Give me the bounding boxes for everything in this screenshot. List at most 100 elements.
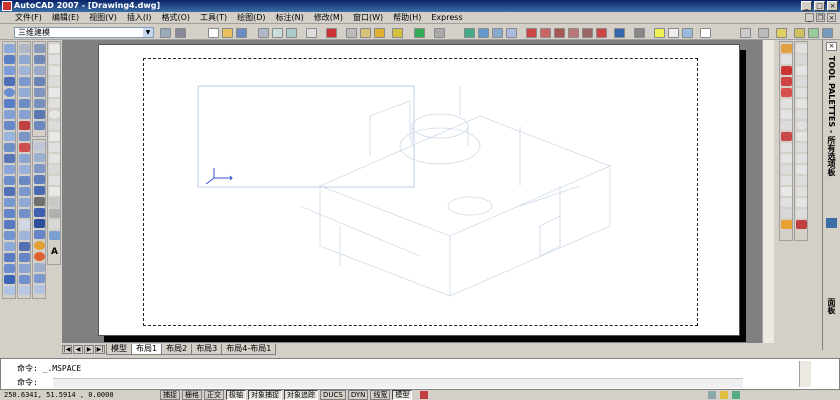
open-folder-icon[interactable] <box>222 28 233 38</box>
camera-icon[interactable] <box>34 208 45 217</box>
point-icon[interactable] <box>49 187 60 196</box>
lightbulb-icon[interactable] <box>654 28 665 38</box>
sun-icon[interactable] <box>668 28 679 38</box>
prev-tab-button[interactable]: ◀ <box>73 344 83 354</box>
helix-icon[interactable] <box>4 132 15 141</box>
snap-from-icon[interactable] <box>796 55 807 64</box>
make-block-icon[interactable] <box>49 176 60 185</box>
align-icon[interactable] <box>4 275 15 284</box>
pyramid-icon[interactable] <box>4 121 15 130</box>
menu-tools[interactable]: 工具(T) <box>195 12 232 24</box>
ucs-icon[interactable] <box>19 209 30 218</box>
match-properties-icon[interactable] <box>374 28 385 38</box>
communication-center-icon[interactable] <box>720 391 729 399</box>
right-view-icon[interactable] <box>34 77 45 86</box>
loft-icon[interactable] <box>4 198 15 207</box>
tab-layout3[interactable]: 布局3 <box>191 343 223 355</box>
lineweight-toggle[interactable]: 线宽 <box>370 390 391 400</box>
snap-none-icon[interactable] <box>796 209 807 218</box>
copy-edges-icon[interactable] <box>19 132 30 141</box>
move-faces-icon[interactable] <box>19 55 30 64</box>
extrude-faces-icon[interactable] <box>19 44 30 53</box>
redo-icon[interactable] <box>434 28 445 38</box>
polar-toggle[interactable]: 极轴 <box>226 390 246 400</box>
tab-layout2[interactable]: 布局2 <box>161 343 193 355</box>
ucs-world-icon[interactable] <box>19 220 30 229</box>
se-iso-icon[interactable] <box>34 121 45 130</box>
snap-nearest-icon[interactable] <box>796 198 807 207</box>
new-file-icon[interactable] <box>208 28 219 38</box>
print-icon[interactable] <box>258 28 269 38</box>
first-tab-button[interactable]: |◀ <box>62 344 72 354</box>
undo-icon[interactable] <box>414 28 425 38</box>
torus-icon[interactable] <box>4 110 15 119</box>
left-view-icon[interactable] <box>34 66 45 75</box>
arc-icon[interactable] <box>49 99 60 108</box>
ducs-toggle[interactable]: DUCS <box>320 390 346 400</box>
snap-center-icon[interactable] <box>796 121 807 130</box>
extend-icon[interactable] <box>781 154 792 163</box>
print-preview-icon[interactable] <box>272 28 283 38</box>
snap-apparent-icon[interactable] <box>796 99 807 108</box>
shell-icon[interactable] <box>19 187 30 196</box>
snap-tangent-icon[interactable] <box>796 143 807 152</box>
lights-sphere-icon[interactable] <box>34 252 45 261</box>
array-icon[interactable] <box>781 88 792 97</box>
command-horizontal-scrollbar[interactable] <box>53 378 743 388</box>
copy-object-icon[interactable] <box>781 55 792 64</box>
vertical-scrollbar[interactable] <box>762 40 774 343</box>
snap-parallel-icon[interactable] <box>796 165 807 174</box>
tab-layout4[interactable]: 布局4-布局1 <box>221 343 277 355</box>
dyn-toggle[interactable]: DYN <box>347 390 369 400</box>
break-icon[interactable] <box>781 165 792 174</box>
zoom-window-icon[interactable] <box>492 28 503 38</box>
render-preset-icon[interactable] <box>34 285 45 294</box>
move-icon[interactable] <box>781 99 792 108</box>
chevron-down-icon[interactable]: ▼ <box>143 28 153 37</box>
autocad-app-icon[interactable] <box>2 1 12 11</box>
tool-palettes[interactable]: × TOOL PALETTES - 所有选项板 面板 <box>822 40 840 350</box>
join-icon[interactable] <box>781 176 792 185</box>
offset-icon[interactable] <box>781 77 792 86</box>
snap-perpendicular-icon[interactable] <box>796 154 807 163</box>
copy-icon[interactable] <box>346 28 357 38</box>
doc-close-button[interactable]: × <box>827 13 836 22</box>
block-editor-icon[interactable] <box>392 28 403 38</box>
rotate-icon[interactable] <box>781 110 792 119</box>
menu-modify[interactable]: 修改(M) <box>309 12 348 24</box>
multiline-text-icon[interactable]: A <box>49 248 60 257</box>
snap-insert-icon[interactable] <box>796 176 807 185</box>
ellipse-icon[interactable] <box>49 143 60 152</box>
tray-settings-icon[interactable] <box>708 391 717 399</box>
realistic-icon[interactable] <box>34 175 45 184</box>
properties-icon[interactable] <box>526 28 537 38</box>
help-icon[interactable] <box>614 28 625 38</box>
zoom-previous-icon[interactable] <box>506 28 517 38</box>
explode-icon[interactable] <box>781 209 792 218</box>
rotate-faces-icon[interactable] <box>19 88 30 97</box>
command-prompt[interactable]: 命令: <box>17 377 38 388</box>
union-icon[interactable] <box>4 209 15 218</box>
command-scrollbar[interactable] <box>799 361 811 387</box>
cut-icon[interactable] <box>326 28 337 38</box>
sw-iso-icon[interactable] <box>34 110 45 119</box>
box-icon[interactable] <box>4 55 15 64</box>
trim-icon[interactable] <box>781 143 792 152</box>
bottom-view-icon[interactable] <box>34 55 45 64</box>
presspull-icon[interactable] <box>4 165 15 174</box>
palette-close-icon[interactable]: × <box>826 42 837 51</box>
rectangle-icon[interactable] <box>49 88 60 97</box>
doc-minimize-button[interactable]: _ <box>805 13 814 22</box>
fly-icon[interactable] <box>34 230 45 239</box>
tool-palettes-icon[interactable] <box>554 28 565 38</box>
layer-isolate-icon[interactable] <box>794 28 805 38</box>
insert-block-icon[interactable] <box>49 165 60 174</box>
menu-draw[interactable]: 绘图(D) <box>232 12 270 24</box>
stretch-icon[interactable] <box>781 132 792 141</box>
menu-file[interactable]: 文件(F) <box>10 12 47 24</box>
close-button[interactable]: × <box>827 1 838 11</box>
intersect-icon[interactable] <box>4 231 15 240</box>
table-icon[interactable] <box>49 231 60 240</box>
menu-dimension[interactable]: 标注(N) <box>271 12 309 24</box>
snap-node-icon[interactable] <box>796 187 807 196</box>
